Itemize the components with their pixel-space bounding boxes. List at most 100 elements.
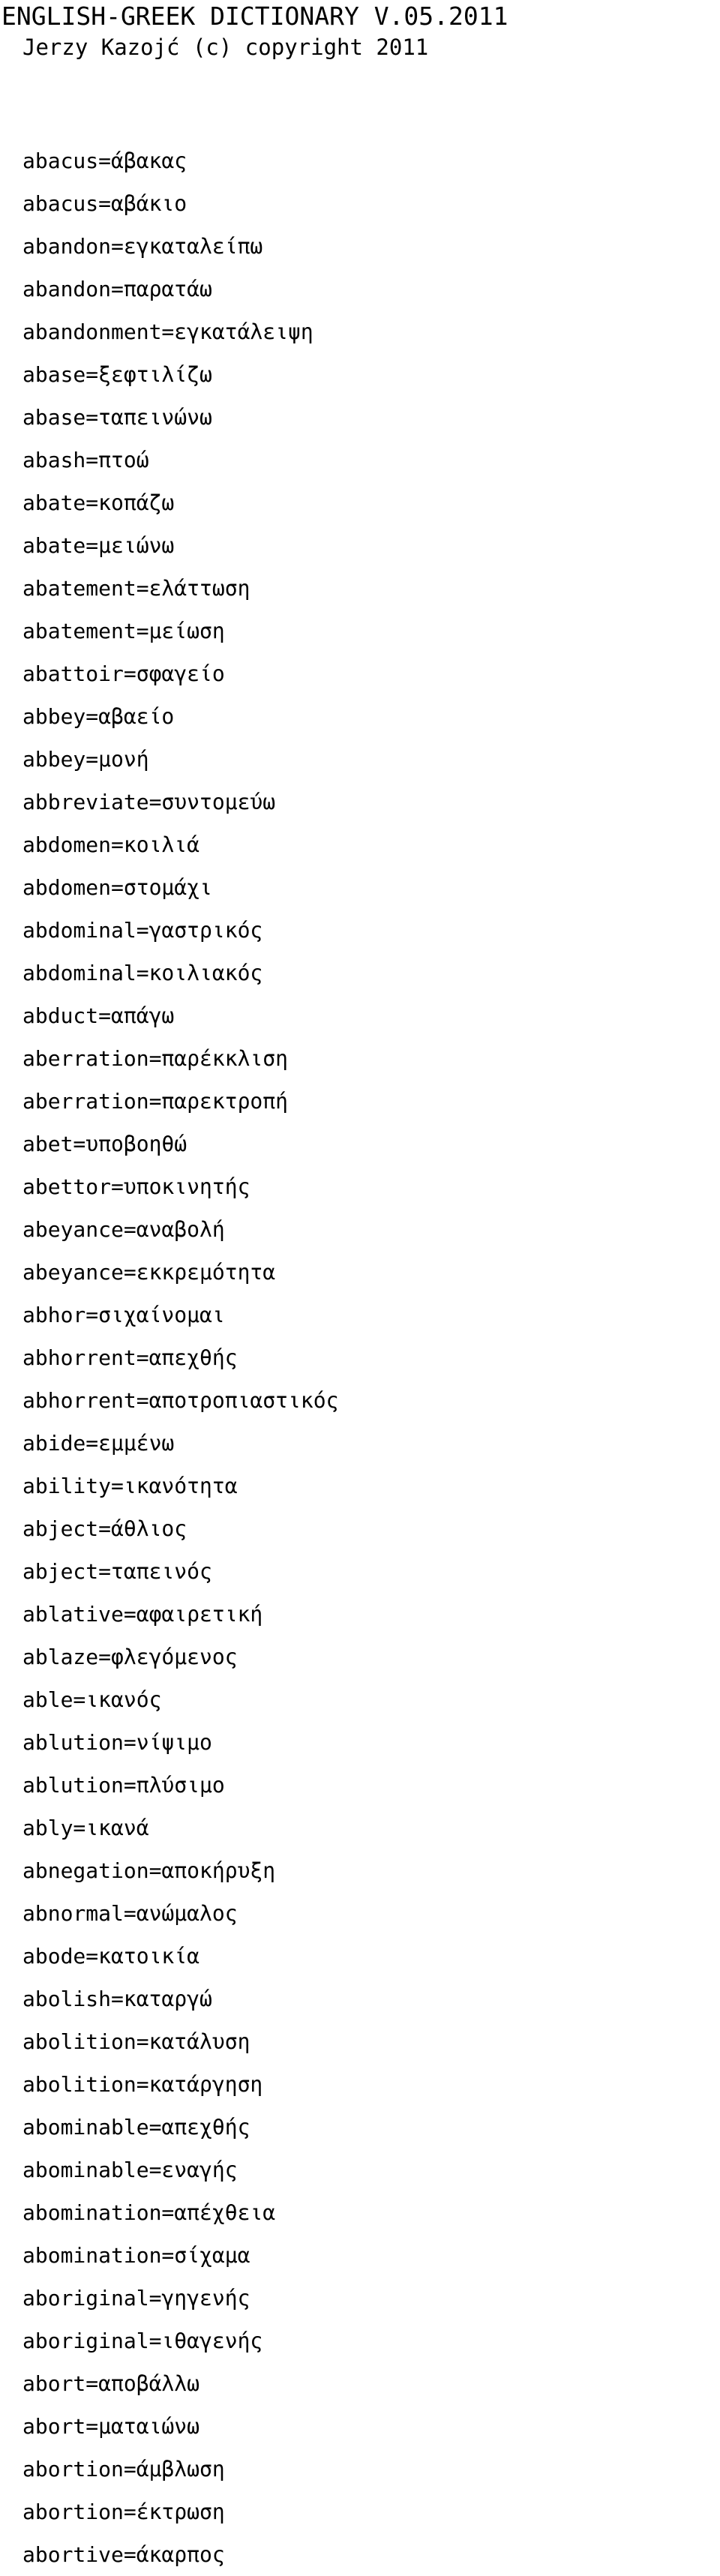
dictionary-entry-text: ablative=αφαιρετική xyxy=(22,1602,263,1627)
dictionary-entry-text: abdominal=κοιλιακός xyxy=(22,961,263,985)
list-item: abhorrent=αποτροπιαστικός xyxy=(22,1379,720,1422)
dictionary-entry-text: abominable=απεχθής xyxy=(22,2115,250,2140)
dictionary-entry-text: abattoir=σφαγείο xyxy=(22,661,225,686)
list-item: abdomen=στομάχι xyxy=(22,866,720,909)
dictionary-entry-text: aboriginal=γηγενής xyxy=(22,2286,250,2311)
list-item: abbey=αβαείο xyxy=(22,695,720,738)
list-item: abhor=σιχαίνομαι xyxy=(22,1294,720,1336)
list-item: able=ικανός xyxy=(22,1678,720,1721)
dictionary-entry-text: abdomen=κοιλιά xyxy=(22,832,200,857)
dictionary-entry-text: abomination=απέχθεια xyxy=(22,2200,276,2225)
list-item: aboriginal=ιθαγενής xyxy=(22,2320,720,2362)
list-item: abdominal=κοιλιακός xyxy=(22,952,720,994)
dictionary-entry-text: ably=ικανά xyxy=(22,1816,149,1840)
list-item: abandon=εγκαταλείπω xyxy=(22,225,720,268)
list-item: abortive=άκαρπος xyxy=(22,2533,720,2576)
dictionary-entry-list: abacus=άβακας abacus=αβάκιο abandon=εγκατα… xyxy=(0,139,720,2576)
dictionary-entry-text: abhorrent=αποτροπιαστικός xyxy=(22,1388,339,1413)
dictionary-entry-text: abbey=μονή xyxy=(22,747,149,772)
list-item: abate=μειώνω xyxy=(22,524,720,567)
dictionary-entry-text: abolish=καταργώ xyxy=(22,1987,212,2011)
dictionary-entry-text: abate=μειώνω xyxy=(22,533,175,558)
list-item: abortion=άμβλωση xyxy=(22,2448,720,2491)
dictionary-entry-text: abbreviate=συντομεύω xyxy=(22,790,276,814)
dictionary-entry-text: aberration=παρέκκλιση xyxy=(22,1046,289,1071)
dictionary-entry-text: abort=ματαιώνω xyxy=(22,2414,200,2439)
list-item: abject=άθλιος xyxy=(22,1507,720,1550)
list-item: abominable=εναγής xyxy=(22,2149,720,2191)
author-copyright-line: Jerzy Kazojć (c) copyright 2011 xyxy=(22,34,429,60)
list-item: abeyance=αναβολή xyxy=(22,1208,720,1251)
dictionary-entry-text: abeyance=εκκρεμότητα xyxy=(22,1260,276,1285)
page-title: ENGLISH-GREEK DICTIONARY V.05.2011 xyxy=(2,1,508,31)
list-item: abatement=μείωση xyxy=(22,610,720,652)
dictionary-entry-text: abolition=κατάλυση xyxy=(22,2029,250,2054)
list-item: abduct=απάγω xyxy=(22,994,720,1037)
list-item: abortion=έκτρωση xyxy=(22,2491,720,2533)
dictionary-entry-text: ablution=πλύσιμο xyxy=(22,1773,225,1798)
dictionary-entry-text: abate=κοπάζω xyxy=(22,490,175,515)
dictionary-entry-text: abode=κατοικία xyxy=(22,1944,200,1969)
list-item: aberration=παρέκκλιση xyxy=(22,1037,720,1080)
dictionary-entry-text: abandon=παρατάω xyxy=(22,277,212,301)
list-item: abettor=υποκινητής xyxy=(22,1165,720,1208)
list-item: abase=ταπεινώνω xyxy=(22,396,720,439)
dictionary-entry-text: abase=ξεφτιλίζω xyxy=(22,362,212,387)
dictionary-entry-text: abandonment=εγκατάλειψη xyxy=(22,319,314,344)
dictionary-entry-text: aberration=παρεκτροπή xyxy=(22,1089,289,1114)
list-item: abdomen=κοιλιά xyxy=(22,823,720,866)
list-item: ablative=αφαιρετική xyxy=(22,1593,720,1636)
dictionary-entry-text: abeyance=αναβολή xyxy=(22,1217,225,1242)
list-item: abomination=σίχαμα xyxy=(22,2234,720,2277)
dictionary-entry-text: abide=εμμένω xyxy=(22,1431,175,1456)
dictionary-entry-text: abacus=άβακας xyxy=(22,148,188,173)
dictionary-entry-text: abandon=εγκαταλείπω xyxy=(22,234,263,259)
dictionary-entry-text: aboriginal=ιθαγενής xyxy=(22,2329,263,2353)
list-item: abort=ματαιώνω xyxy=(22,2405,720,2448)
dictionary-entry-text: abatement=μείωση xyxy=(22,619,225,643)
list-item: abide=εμμένω xyxy=(22,1422,720,1465)
list-item: abnegation=αποκήρυξη xyxy=(22,1849,720,1892)
list-item: abatement=ελάττωση xyxy=(22,567,720,610)
dictionary-entry-text: abort=αποβάλλω xyxy=(22,2371,200,2396)
list-item: ably=ικανά xyxy=(22,1807,720,1849)
dictionary-entry-text: abase=ταπεινώνω xyxy=(22,405,212,430)
document-header: ENGLISH-GREEK DICTIONARY V.05.2011 Jerzy… xyxy=(0,0,720,63)
dictionary-entry-text: abominable=εναγής xyxy=(22,2158,238,2182)
dictionary-entry-text: abhorrent=απεχθής xyxy=(22,1345,238,1370)
dictionary-entry-text: ablaze=φλεγόμενος xyxy=(22,1645,238,1669)
dictionary-entry-text: abbey=αβαείο xyxy=(22,704,175,729)
list-item: abolition=κατάλυση xyxy=(22,2020,720,2063)
list-item: abomination=απέχθεια xyxy=(22,2191,720,2234)
list-item: abase=ξεφτιλίζω xyxy=(22,353,720,396)
list-item: abet=υποβοηθώ xyxy=(22,1123,720,1165)
dictionary-entry-text: abacus=αβάκιο xyxy=(22,191,188,216)
dictionary-entry-text: abet=υποβοηθώ xyxy=(22,1132,188,1156)
dictionary-entry-text: abdominal=γαστρικός xyxy=(22,918,263,943)
list-item: abacus=άβακας xyxy=(22,139,720,182)
list-item: ablution=πλύσιμο xyxy=(22,1764,720,1807)
list-item: abash=πτοώ xyxy=(22,439,720,481)
dictionary-entry-text: abortion=έκτρωση xyxy=(22,2500,225,2524)
dictionary-entry-text: abduct=απάγω xyxy=(22,1003,175,1028)
list-item: ability=ικανότητα xyxy=(22,1465,720,1507)
dictionary-entry-text: abortion=άμβλωση xyxy=(22,2457,225,2482)
list-item: abbreviate=συντομεύω xyxy=(22,781,720,823)
list-item: abate=κοπάζω xyxy=(22,481,720,524)
list-item: abolition=κατάργηση xyxy=(22,2063,720,2106)
dictionary-entry-text: abolition=κατάργηση xyxy=(22,2072,263,2097)
list-item: ablution=νίψιμο xyxy=(22,1721,720,1764)
list-item: abject=ταπεινός xyxy=(22,1550,720,1593)
list-item: abacus=αβάκιο xyxy=(22,182,720,225)
list-item: abhorrent=απεχθής xyxy=(22,1336,720,1379)
list-item: abort=αποβάλλω xyxy=(22,2362,720,2405)
dictionary-entry-text: ability=ικανότητα xyxy=(22,1474,238,1498)
list-item: abbey=μονή xyxy=(22,738,720,781)
list-item: abattoir=σφαγείο xyxy=(22,652,720,695)
list-item: abolish=καταργώ xyxy=(22,1978,720,2020)
list-item: abominable=απεχθής xyxy=(22,2106,720,2149)
list-item: abandon=παρατάω xyxy=(22,268,720,310)
dictionary-entry-text: abject=ταπεινός xyxy=(22,1559,212,1584)
dictionary-entry-text: abatement=ελάττωση xyxy=(22,576,250,601)
list-item: abandonment=εγκατάλειψη xyxy=(22,310,720,353)
